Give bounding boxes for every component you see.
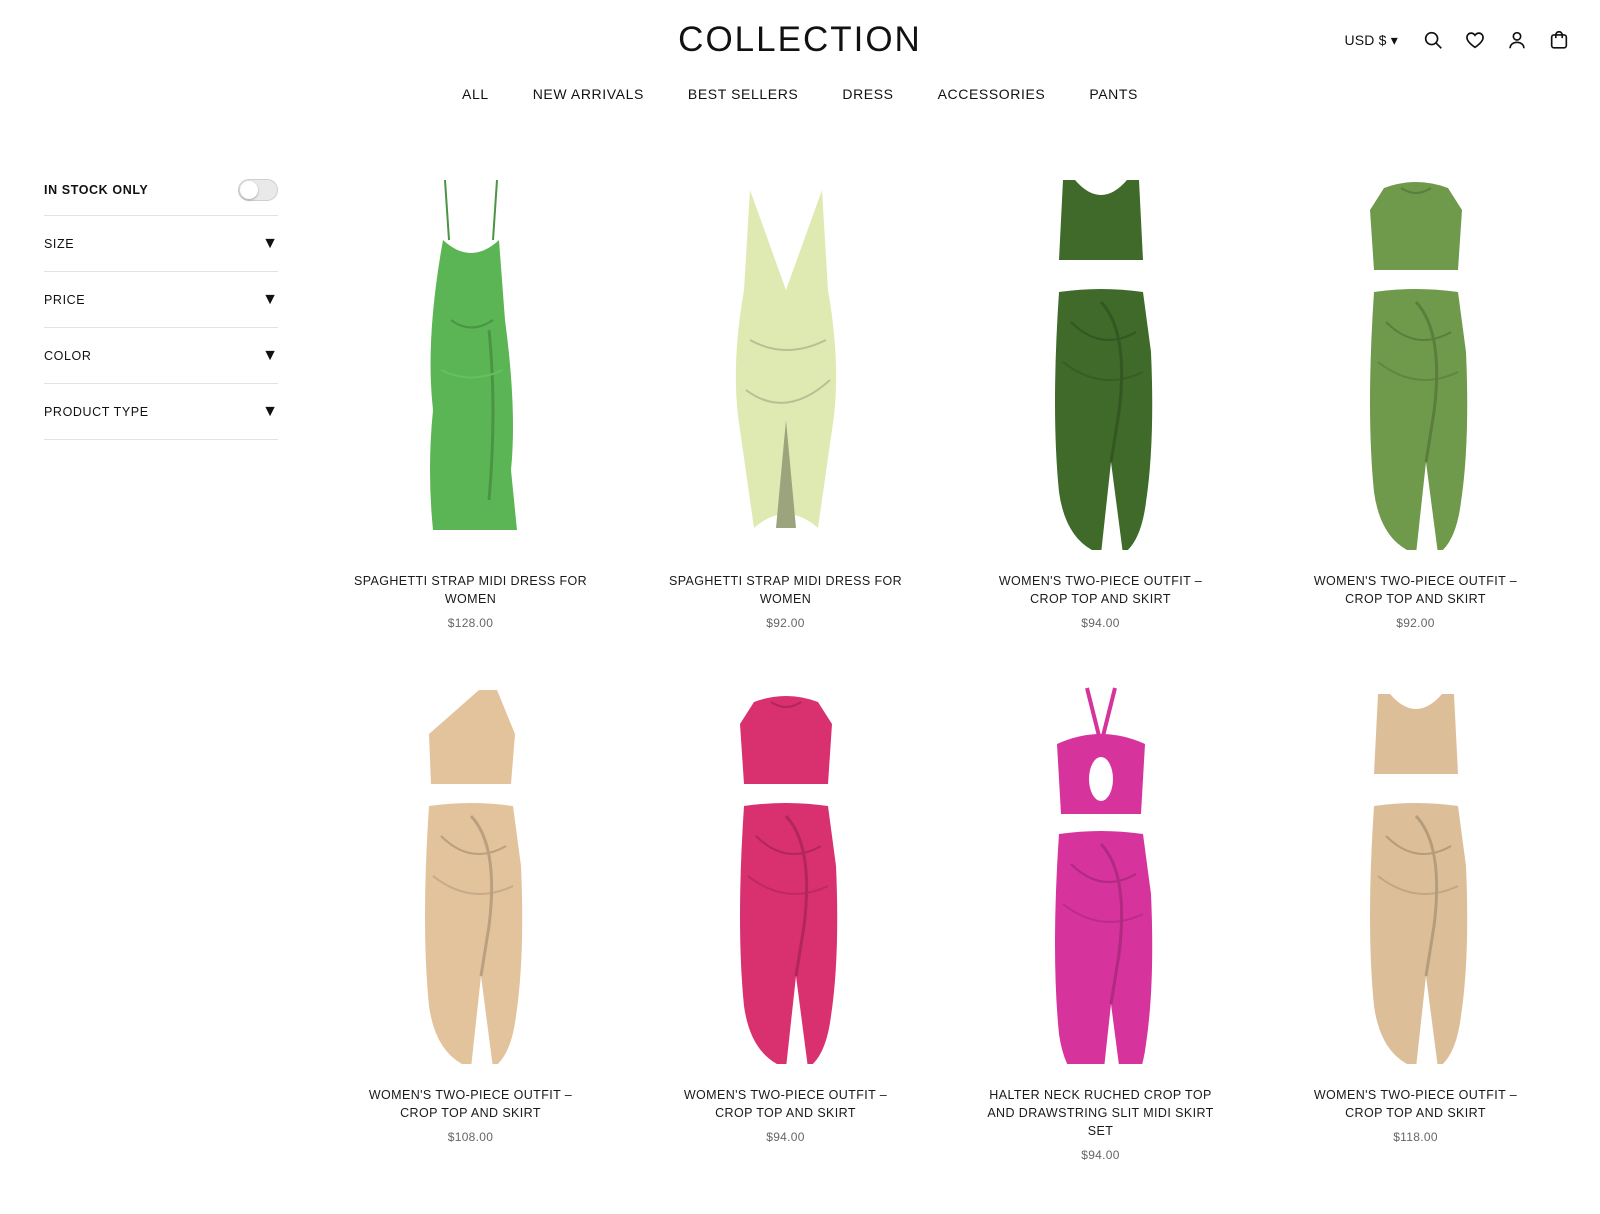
product-price: $92.00 (1396, 616, 1435, 630)
filter-sidebar: IN STOCK ONLY SIZE ▼ PRICE ▼ COLOR ▼ PRO… (44, 164, 278, 440)
nav-pants[interactable]: PANTS (1089, 86, 1138, 102)
garment-illustration (735, 190, 836, 528)
product-title[interactable]: WOMEN'S TWO-PIECE OUTFIT – CROP TOP AND … (1296, 572, 1536, 608)
filter-label: SIZE (44, 236, 75, 251)
product-title[interactable]: WOMEN'S TWO-PIECE OUTFIT – CROP TOP AND … (1296, 1086, 1536, 1122)
product-price: $118.00 (1393, 1130, 1438, 1144)
product-card[interactable]: WOMEN'S TWO-PIECE OUTFIT – CROP TOP AND … (1258, 684, 1573, 1162)
garment-illustration (1054, 687, 1152, 1064)
cart-icon[interactable] (1546, 26, 1572, 54)
product-card[interactable]: SPAGHETTI STRAP MIDI DRESS FOR WOMEN $12… (313, 170, 628, 630)
product-image[interactable] (951, 684, 1251, 1064)
product-image[interactable] (321, 170, 621, 550)
nav-new-arrivals[interactable]: NEW ARRIVALS (533, 86, 644, 102)
filter-label: COLOR (44, 348, 92, 363)
garment-illustration (424, 690, 522, 1064)
product-card[interactable]: WOMEN'S TWO-PIECE OUTFIT – CROP TOP AND … (628, 684, 943, 1162)
filter-label: PRODUCT TYPE (44, 404, 149, 419)
product-title[interactable]: WOMEN'S TWO-PIECE OUTFIT – CROP TOP AND … (981, 572, 1221, 608)
product-title[interactable]: WOMEN'S TWO-PIECE OUTFIT – CROP TOP AND … (351, 1086, 591, 1122)
caret-down-icon: ▼ (262, 402, 278, 420)
product-image[interactable] (636, 170, 936, 550)
filter-product-type[interactable]: PRODUCT TYPE ▼ (44, 384, 278, 440)
product-card[interactable]: HALTER NECK RUCHED CROP TOP AND DRAWSTRI… (943, 684, 1258, 1162)
caret-down-icon: ▼ (262, 290, 278, 308)
caret-down-icon: ▼ (262, 234, 278, 252)
product-card[interactable]: WOMEN'S TWO-PIECE OUTFIT – CROP TOP AND … (943, 170, 1258, 630)
product-card[interactable]: SPAGHETTI STRAP MIDI DRESS FOR WOMEN $92… (628, 170, 943, 630)
product-image[interactable] (636, 684, 936, 1064)
in-stock-filter: IN STOCK ONLY (44, 164, 278, 216)
main-nav: ALL NEW ARRIVALS BEST SELLERS DRESS ACCE… (0, 86, 1600, 102)
garment-illustration (429, 179, 517, 530)
caret-down-icon: ▼ (262, 346, 278, 364)
nav-best-sellers[interactable]: BEST SELLERS (688, 86, 798, 102)
product-image[interactable] (1266, 684, 1566, 1064)
header-actions: USD $ ▾ (1344, 26, 1572, 54)
garment-illustration (1054, 180, 1152, 550)
currency-selector[interactable]: USD $ ▾ (1344, 32, 1398, 49)
heart-icon[interactable] (1462, 26, 1488, 54)
product-title[interactable]: HALTER NECK RUCHED CROP TOP AND DRAWSTRI… (981, 1086, 1221, 1140)
product-title[interactable]: SPAGHETTI STRAP MIDI DRESS FOR WOMEN (666, 572, 906, 608)
product-title[interactable]: SPAGHETTI STRAP MIDI DRESS FOR WOMEN (351, 572, 591, 608)
garment-illustration (739, 696, 837, 1064)
nav-dress[interactable]: DRESS (842, 86, 893, 102)
product-grid: SPAGHETTI STRAP MIDI DRESS FOR WOMEN $12… (313, 170, 1573, 1162)
product-card[interactable]: WOMEN'S TWO-PIECE OUTFIT – CROP TOP AND … (1258, 170, 1573, 630)
product-price: $92.00 (766, 616, 805, 630)
product-price: $94.00 (1081, 616, 1120, 630)
product-card[interactable]: WOMEN'S TWO-PIECE OUTFIT – CROP TOP AND … (313, 684, 628, 1162)
search-icon[interactable] (1420, 26, 1446, 54)
in-stock-label: IN STOCK ONLY (44, 182, 149, 197)
product-image[interactable] (1266, 170, 1566, 550)
site-header: COLLECTION USD $ ▾ ALL NEW ARRIVALS BEST… (0, 0, 1600, 120)
filter-color[interactable]: COLOR ▼ (44, 328, 278, 384)
filter-label: PRICE (44, 292, 86, 307)
in-stock-toggle[interactable] (238, 178, 278, 201)
product-price: $128.00 (447, 616, 494, 630)
nav-all[interactable]: ALL (462, 86, 489, 102)
user-icon[interactable] (1504, 26, 1530, 54)
filter-size[interactable]: SIZE ▼ (44, 216, 278, 272)
product-price: $94.00 (766, 1130, 805, 1144)
garment-illustration (1369, 694, 1467, 1064)
product-image[interactable] (951, 170, 1251, 550)
product-price: $94.00 (1081, 1148, 1120, 1162)
product-title[interactable]: WOMEN'S TWO-PIECE OUTFIT – CROP TOP AND … (666, 1086, 906, 1122)
garment-illustration (1369, 182, 1467, 550)
nav-accessories[interactable]: ACCESSORIES (938, 86, 1046, 102)
product-price: $108.00 (447, 1130, 494, 1144)
product-image[interactable] (321, 684, 621, 1064)
filter-price[interactable]: PRICE ▼ (44, 272, 278, 328)
